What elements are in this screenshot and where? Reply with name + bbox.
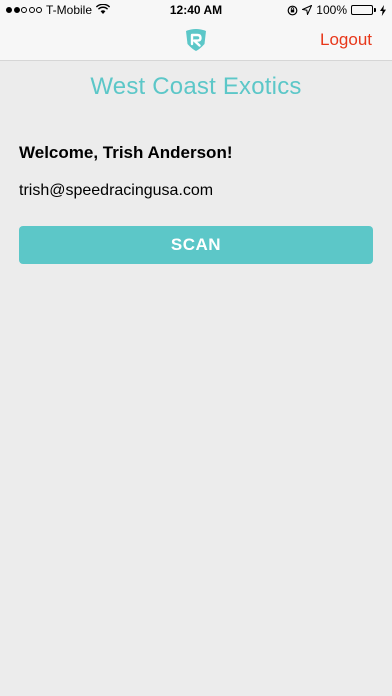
charging-bolt-icon (380, 4, 386, 16)
shield-r-logo-icon (186, 29, 206, 51)
navigation-bar: Logout (0, 20, 392, 61)
rotation-lock-icon (287, 5, 298, 15)
status-bar: T-Mobile 12:40 AM 100% (0, 0, 392, 20)
user-email: trish@speedracingusa.com (19, 182, 214, 199)
battery-icon (351, 5, 376, 15)
logout-button[interactable]: Logout (320, 30, 372, 50)
status-right: 100% (287, 3, 386, 17)
location-arrow-icon (302, 5, 313, 15)
welcome-message: Welcome, Trish Anderson! (19, 143, 233, 162)
scan-button[interactable]: SCAN (19, 226, 373, 264)
page-title: West Coast Exotics (90, 73, 302, 100)
battery-percent: 100% (316, 3, 347, 17)
